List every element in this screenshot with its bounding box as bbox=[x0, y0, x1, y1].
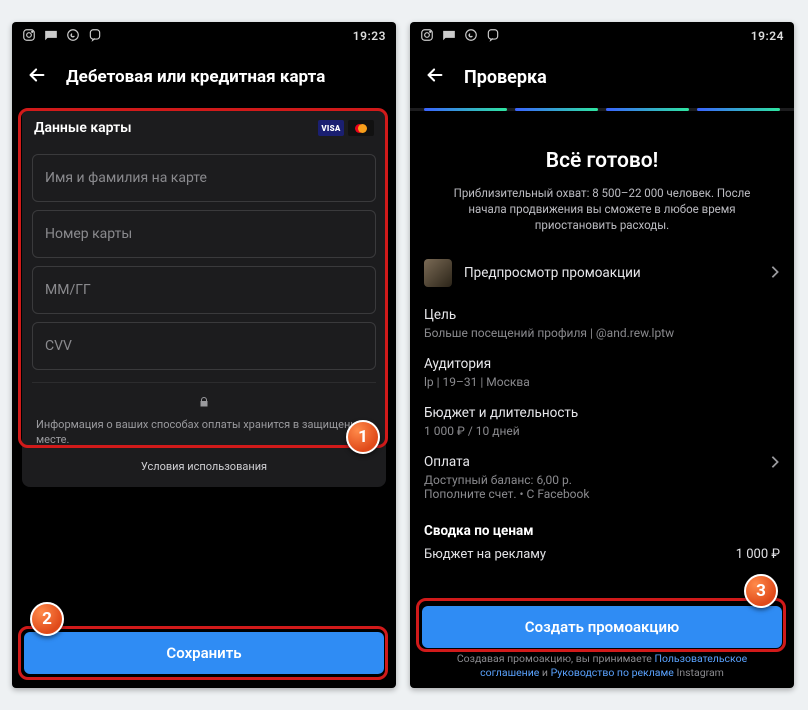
step-badge-2: 2 bbox=[30, 602, 64, 636]
ready-heading: Всё готово! bbox=[436, 149, 768, 173]
review-sections: Цель Больше посещений профиля | @and.rew… bbox=[410, 299, 794, 562]
ready-block: Всё готово! Приблизительный охват: 8 500… bbox=[410, 115, 794, 247]
budget-value: 1 000 ₽ / 10 дней bbox=[424, 424, 780, 438]
legal-footer: Создавая промоакцию, вы принимаете Польз… bbox=[410, 646, 794, 680]
preview-promotion-row[interactable]: Предпросмотр промоакции bbox=[410, 247, 794, 299]
instagram-icon bbox=[420, 28, 434, 45]
comparison-stage: 19:23 Дебетовая или кредитная карта Данн… bbox=[0, 0, 808, 710]
audience-value: lp | 19–31 | Москва bbox=[424, 375, 780, 389]
budget-label: Бюджет и длительность bbox=[424, 405, 780, 421]
phone-right: 19:24 Проверка Всё готово! Приблизительн… bbox=[410, 22, 794, 688]
preview-label: Предпросмотр промоакции bbox=[464, 265, 641, 281]
legal-pre: Создавая промоакцию, вы принимаете bbox=[457, 652, 655, 665]
lock-icon bbox=[22, 393, 386, 412]
whatsapp-icon bbox=[66, 28, 80, 45]
card-cvv-input[interactable]: CVV bbox=[32, 322, 376, 370]
divider bbox=[32, 382, 376, 383]
visa-icon: VISA bbox=[318, 120, 344, 136]
legal-post: Instagram bbox=[674, 666, 724, 679]
status-bar: 19:23 bbox=[12, 22, 396, 50]
cardholder-name-placeholder: Имя и фамилия на карте bbox=[45, 170, 207, 186]
price-summary-title: Сводка по ценам bbox=[424, 523, 780, 539]
cardholder-name-input[interactable]: Имя и фамилия на карте bbox=[32, 154, 376, 202]
header: Проверка bbox=[410, 50, 794, 108]
card-brand-logos: VISA bbox=[318, 120, 374, 136]
card-number-input[interactable]: Номер карты bbox=[32, 210, 376, 258]
create-promotion-label: Создать промоакцию bbox=[525, 618, 679, 636]
goal-value: Больше посещений профиля | @and.rew.lptw bbox=[424, 326, 780, 340]
status-icons bbox=[22, 28, 102, 45]
save-button[interactable]: Сохранить bbox=[24, 632, 384, 674]
mastercard-icon bbox=[348, 120, 374, 136]
goal-label: Цель bbox=[424, 307, 780, 323]
status-bar: 19:24 bbox=[410, 22, 794, 50]
card-form: Данные карты VISA Имя и фамилия на карте… bbox=[22, 108, 386, 487]
header: Дебетовая или кредитная карта bbox=[12, 50, 396, 108]
page-title: Проверка bbox=[464, 67, 547, 88]
viber-icon bbox=[486, 28, 500, 45]
audience-row: Аудитория lp | 19–31 | Москва bbox=[424, 348, 780, 397]
terms-link[interactable]: Условия использования bbox=[22, 454, 386, 487]
budget-row: Бюджет и длительность 1 000 ₽ / 10 дней bbox=[424, 397, 780, 446]
status-clock: 19:24 bbox=[751, 29, 784, 43]
message-icon bbox=[442, 28, 456, 45]
message-icon bbox=[44, 28, 58, 45]
payment-balance: Доступный баланс: 6,00 р. bbox=[424, 473, 770, 487]
back-button[interactable] bbox=[26, 64, 48, 90]
ready-subtext: Приблизительный охват: 8 500–22 000 чело… bbox=[436, 185, 768, 233]
summary-line-label: Бюджет на рекламу bbox=[424, 547, 546, 562]
create-promotion-button[interactable]: Создать промоакцию bbox=[422, 606, 782, 648]
step-badge-3: 3 bbox=[744, 574, 778, 608]
whatsapp-icon bbox=[464, 28, 478, 45]
viber-icon bbox=[88, 28, 102, 45]
instagram-icon bbox=[22, 28, 36, 45]
card-section-title: Данные карты bbox=[34, 120, 132, 136]
card-expiry-input[interactable]: MM/ГГ bbox=[32, 266, 376, 314]
card-number-placeholder: Номер карты bbox=[45, 226, 132, 242]
price-summary-line: Бюджет на рекламу 1 000 ₽ bbox=[424, 547, 780, 562]
legal-mid: и bbox=[539, 666, 550, 679]
ad-guidelines-link[interactable]: Руководство по рекламе bbox=[551, 666, 674, 679]
audience-label: Аудитория bbox=[424, 356, 780, 372]
save-button-label: Сохранить bbox=[166, 644, 241, 662]
payment-topup: Пополните счет. • С Facebook bbox=[424, 487, 770, 501]
status-icons bbox=[420, 28, 500, 45]
preview-thumbnail bbox=[424, 259, 452, 287]
progress-bar bbox=[410, 108, 794, 111]
chevron-right-icon bbox=[770, 264, 780, 283]
status-clock: 19:23 bbox=[353, 29, 386, 43]
back-button[interactable] bbox=[424, 64, 446, 90]
secure-storage-note: Информация о ваших способах оплаты храни… bbox=[22, 418, 386, 454]
page-title: Дебетовая или кредитная карта bbox=[66, 67, 325, 87]
payment-row[interactable]: Оплата Доступный баланс: 6,00 р. Пополни… bbox=[424, 446, 780, 509]
card-cvv-placeholder: CVV bbox=[45, 338, 72, 354]
goal-row: Цель Больше посещений профиля | @and.rew… bbox=[424, 299, 780, 348]
chevron-right-icon bbox=[770, 454, 780, 473]
card-expiry-placeholder: MM/ГГ bbox=[45, 282, 91, 298]
payment-label: Оплата bbox=[424, 454, 770, 470]
summary-line-value: 1 000 ₽ bbox=[736, 547, 780, 562]
phone-left: 19:23 Дебетовая или кредитная карта Данн… bbox=[12, 22, 396, 688]
step-badge-1: 1 bbox=[346, 420, 380, 454]
